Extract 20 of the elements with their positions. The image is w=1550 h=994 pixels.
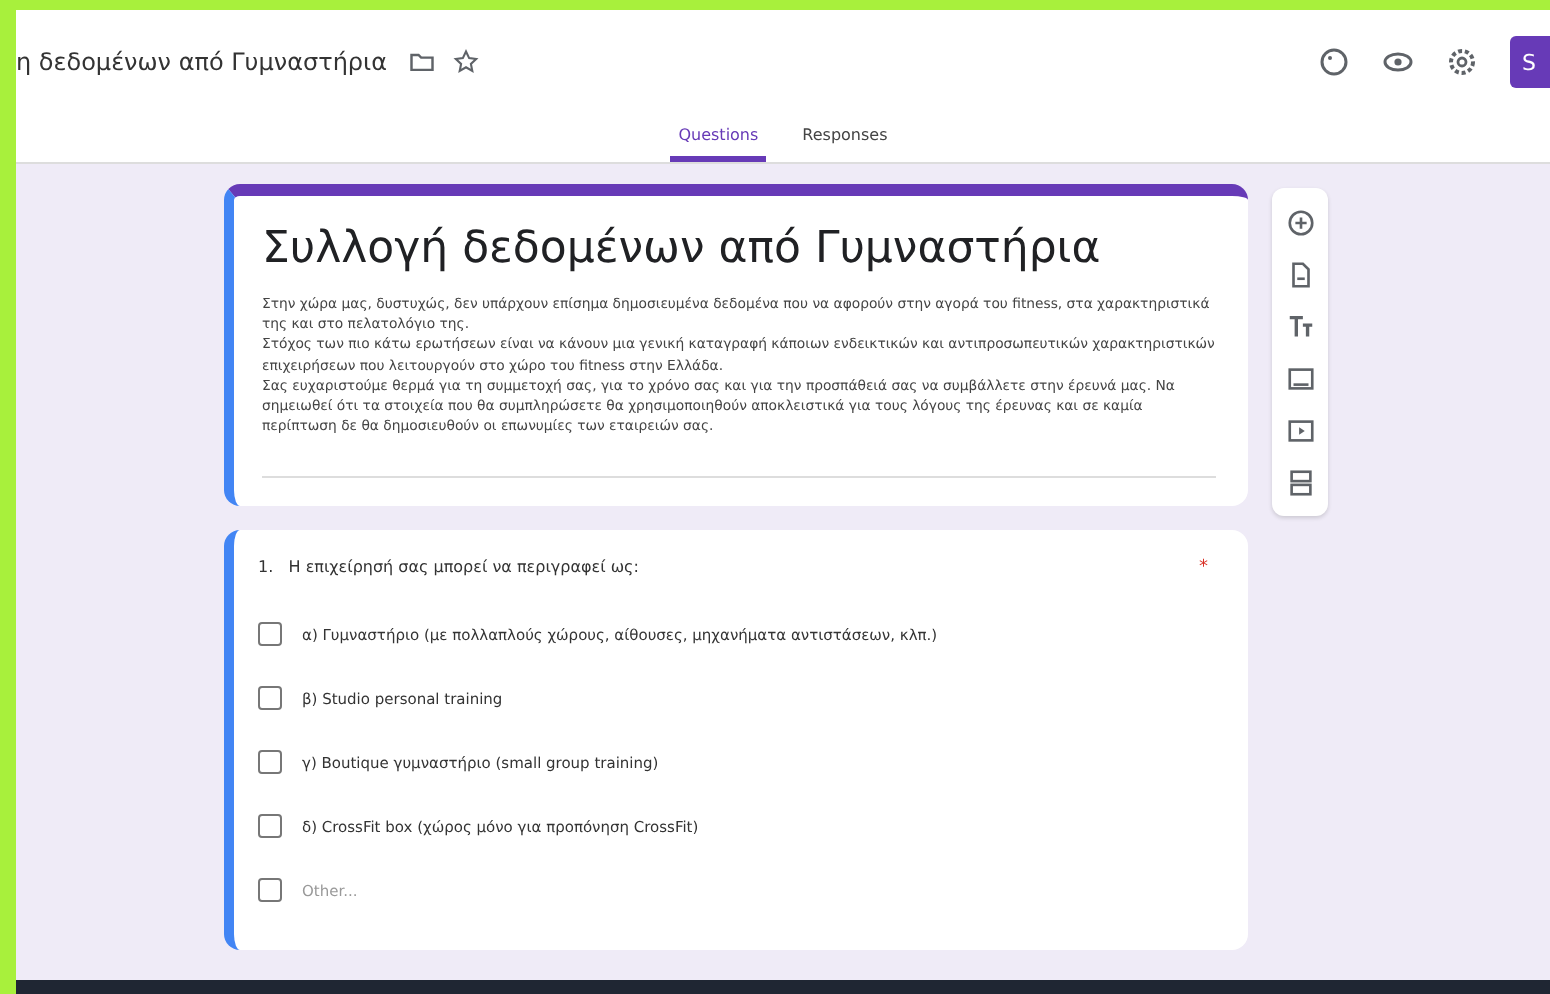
video-icon[interactable] [1285,415,1315,445]
checkbox[interactable] [258,686,282,711]
section-icon[interactable] [1285,467,1315,497]
send-button[interactable]: S [1510,36,1550,88]
folder-icon[interactable] [407,48,436,76]
text-icon[interactable] [1285,311,1315,341]
checkbox[interactable] [258,750,282,775]
question-text: 1. Η επιχείρησή σας μπορεί να περιγραφεί ως: [258,558,639,579]
checkbox[interactable] [258,878,282,903]
form-title: η δεδομένων από Γυμναστήρια [16,48,388,76]
star-icon[interactable] [451,48,480,76]
add-icon[interactable] [1285,207,1315,237]
required-mark: * [1199,558,1208,579]
checkbox[interactable] [258,622,282,647]
tab[interactable]: Questions [670,114,767,162]
tab[interactable]: Responses [794,114,896,162]
form-heading: Συλλογή δεδομένων από Γυμναστήρια [262,224,1103,274]
settings-icon[interactable] [1446,46,1478,78]
image-icon[interactable] [1285,363,1315,393]
checkbox[interactable] [258,814,282,839]
